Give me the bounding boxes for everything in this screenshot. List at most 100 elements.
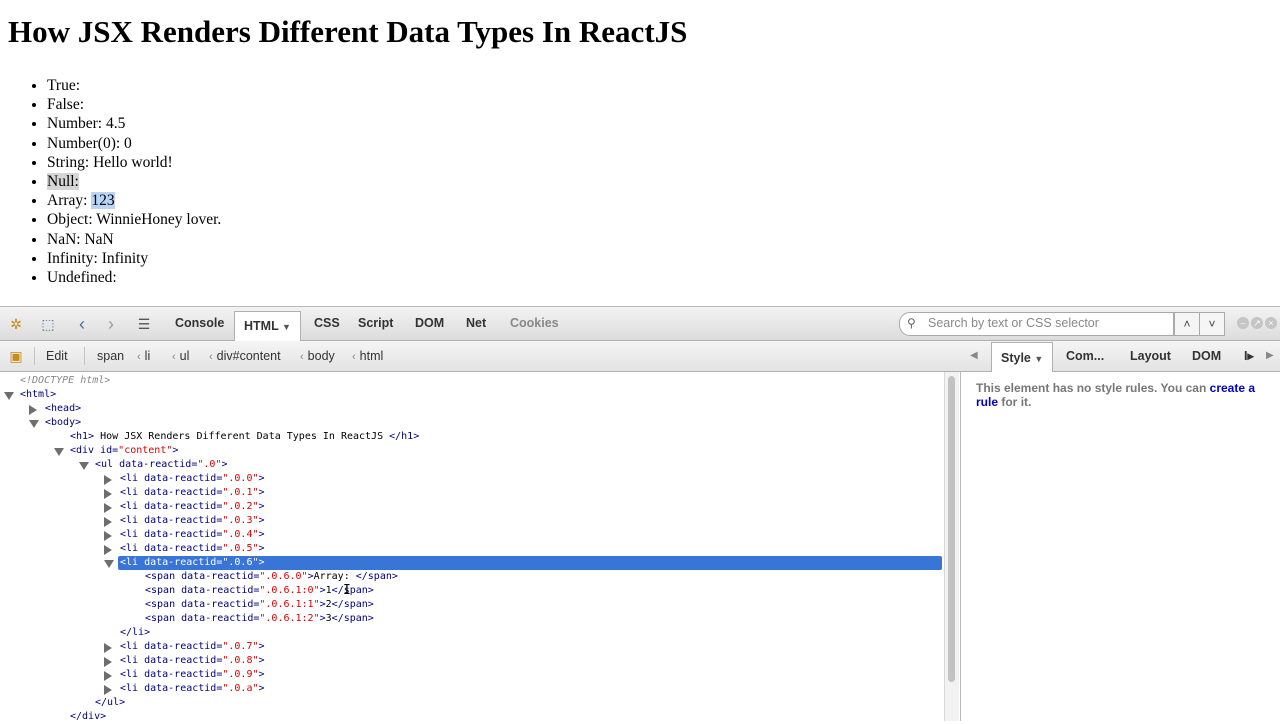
expand-toggle-icon[interactable] bbox=[104, 517, 112, 527]
close-icon[interactable]: × bbox=[1265, 317, 1277, 329]
expand-toggle-icon[interactable] bbox=[79, 462, 89, 470]
tree-node-li[interactable]: <li data-reactid=".0.2"> bbox=[104, 500, 265, 514]
tab-script[interactable]: Script bbox=[358, 307, 393, 340]
expand-toggle-icon[interactable] bbox=[104, 671, 112, 681]
expand-toggle-icon[interactable] bbox=[29, 420, 39, 428]
expand-toggle-icon[interactable] bbox=[4, 392, 14, 400]
tree-node-li[interactable]: <li data-reactid=".0.7"> bbox=[104, 640, 265, 654]
command-line-icon[interactable]: ☰ bbox=[136, 316, 152, 332]
null-label-highlighted: Null: bbox=[47, 173, 79, 191]
list-item: False: bbox=[47, 95, 221, 114]
html-tree: <!DOCTYPE html> <html> <head> <body> <h1… bbox=[0, 372, 942, 722]
breadcrumb-body[interactable]: ‹ body bbox=[300, 341, 335, 371]
tree-node-li[interactable]: <li data-reactid=".0.a"> bbox=[104, 682, 265, 696]
tree-node-li[interactable]: <li data-reactid=".0.4"> bbox=[104, 528, 265, 542]
breadcrumb-div-content[interactable]: ‹ div#content bbox=[209, 341, 281, 371]
pin-icon[interactable]: ▣ bbox=[8, 348, 24, 364]
expand-toggle-icon[interactable] bbox=[104, 657, 112, 667]
chevron-down-icon: ▼ bbox=[1034, 354, 1044, 364]
search-icon: ⚲ bbox=[907, 316, 916, 330]
tree-node-li[interactable]: <li data-reactid=".0.5"> bbox=[104, 542, 265, 556]
list-item: Number(0): 0 bbox=[47, 134, 221, 153]
expand-toggle-icon[interactable] bbox=[104, 503, 112, 513]
data-type-list: True: False: Number: 4.5 Number(0): 0 St… bbox=[0, 76, 221, 287]
tree-node-li[interactable]: <li data-reactid=".0.8"> bbox=[104, 654, 265, 668]
chevron-left-icon: ‹ bbox=[352, 351, 356, 363]
tab-console[interactable]: Console bbox=[175, 307, 224, 340]
chevron-left-icon: ‹ bbox=[137, 351, 141, 363]
tree-node-div-close: </div> bbox=[70, 711, 107, 722]
tabs-scroll-left-icon[interactable]: ◀ bbox=[970, 341, 978, 371]
tab-dom[interactable]: DOM bbox=[415, 307, 444, 340]
expand-toggle-icon[interactable] bbox=[54, 448, 64, 456]
tree-node-span[interactable]: <span data-reactid=".0.6.1:1">2</span> bbox=[145, 598, 374, 612]
search-field[interactable]: ⚲ Search by text or CSS selector bbox=[899, 312, 1174, 336]
inspect-icon[interactable]: ⬚ bbox=[40, 316, 56, 332]
list-item: Number: 4.5 bbox=[47, 114, 221, 133]
breadcrumb-toolbar: ▣ Edit span ‹ li ‹ ul ‹ div#content ‹ body ‹… bbox=[0, 341, 1280, 373]
tree-node-li-selected[interactable]: <li data-reactid=".0.6"> bbox=[104, 556, 942, 570]
tree-node-span[interactable]: <span data-reactid=".0.6.0">Array: </spa… bbox=[145, 570, 398, 584]
divider bbox=[84, 347, 85, 365]
tree-node-li-close: </li> bbox=[120, 627, 151, 638]
tree-node-body[interactable]: <body> bbox=[29, 416, 81, 430]
breadcrumb-span[interactable]: span bbox=[97, 341, 124, 371]
minimize-icon[interactable]: – bbox=[1237, 317, 1249, 329]
expand-toggle-icon[interactable] bbox=[104, 531, 112, 541]
text-cursor-icon: I bbox=[343, 583, 351, 598]
scrollbar-thumb[interactable] bbox=[948, 376, 955, 682]
tree-node-doctype[interactable]: <!DOCTYPE html> bbox=[20, 374, 110, 388]
tree-node-span[interactable]: <span data-reactid=".0.6.1:2">3</span> bbox=[145, 612, 374, 626]
search-prev-button[interactable]: ˄ bbox=[1174, 312, 1200, 336]
tree-node-li[interactable]: <li data-reactid=".0.0"> bbox=[104, 472, 265, 486]
more-tabs-icon[interactable]: I▸ bbox=[1244, 341, 1254, 371]
list-item: True: bbox=[47, 76, 221, 95]
search-next-button[interactable]: ˅ bbox=[1199, 312, 1225, 336]
breadcrumb-li[interactable]: ‹ li bbox=[137, 341, 150, 371]
tree-node-h1[interactable]: <h1> How JSX Renders Different Data Type… bbox=[70, 430, 419, 444]
tree-node-li[interactable]: <li data-reactid=".0.1"> bbox=[104, 486, 265, 500]
tab-css[interactable]: CSS bbox=[314, 307, 340, 340]
list-item: String: Hello world! bbox=[47, 153, 221, 172]
list-item: Undefined: bbox=[47, 268, 221, 287]
tab-cookies[interactable]: Cookies bbox=[510, 307, 559, 340]
tabs-scroll-right-icon[interactable]: ▶ bbox=[1266, 341, 1274, 371]
list-item: Object: WinnieHoney lover. bbox=[47, 210, 221, 229]
firebug-icon[interactable]: ✲ bbox=[8, 316, 24, 332]
tree-node-li[interactable]: <li data-reactid=".0.9"> bbox=[104, 668, 265, 682]
tree-node-html[interactable]: <html> bbox=[4, 388, 56, 402]
expand-toggle-icon[interactable] bbox=[29, 405, 37, 415]
expand-toggle-icon[interactable] bbox=[104, 560, 114, 568]
forward-icon[interactable]: › bbox=[103, 315, 119, 333]
tree-node-div-content[interactable]: <div id="content"> bbox=[54, 444, 178, 458]
tab-side-dom[interactable]: DOM bbox=[1192, 341, 1221, 371]
list-item: NaN: NaN bbox=[47, 230, 221, 249]
tab-net[interactable]: Net bbox=[466, 307, 486, 340]
firebug-panel: ✲ ⬚ ‹ › ☰ Console HTML ▼ CSS Script DOM … bbox=[0, 306, 1280, 722]
chevron-left-icon: ‹ bbox=[209, 351, 213, 363]
expand-toggle-icon[interactable] bbox=[104, 489, 112, 499]
expand-toggle-icon[interactable] bbox=[104, 545, 112, 555]
style-side-panel: This element has no style rules. You can… bbox=[960, 372, 1280, 721]
expand-toggle-icon[interactable] bbox=[104, 643, 112, 653]
tree-node-li[interactable]: <li data-reactid=".0.3"> bbox=[104, 514, 265, 528]
list-item: Infinity: Infinity bbox=[47, 249, 221, 268]
back-icon[interactable]: ‹ bbox=[74, 315, 90, 333]
tree-scrollbar[interactable] bbox=[944, 372, 959, 721]
breadcrumb-html[interactable]: ‹ html bbox=[352, 341, 383, 371]
tab-layout[interactable]: Layout bbox=[1130, 341, 1171, 371]
tree-node-span[interactable]: <span data-reactid=".0.6.1:0">1</span> bbox=[145, 584, 374, 598]
expand-toggle-icon[interactable] bbox=[104, 475, 112, 485]
tab-computed[interactable]: Com... bbox=[1066, 341, 1104, 371]
tree-node-ul[interactable]: <ul data-reactid=".0"> bbox=[79, 458, 227, 472]
expand-toggle-icon[interactable] bbox=[104, 685, 112, 695]
tab-html[interactable]: HTML ▼ bbox=[234, 311, 301, 342]
tree-node-head[interactable]: <head> bbox=[29, 402, 81, 416]
breadcrumb-ul[interactable]: ‹ ul bbox=[172, 341, 189, 371]
page-title: How JSX Renders Different Data Types In … bbox=[8, 14, 688, 49]
tab-style[interactable]: Style ▼ bbox=[991, 342, 1054, 373]
tree-node-ul-close: </ul> bbox=[95, 697, 126, 708]
edit-button[interactable]: Edit bbox=[46, 341, 68, 371]
no-style-rules-message: This element has no style rules. You can… bbox=[976, 381, 1256, 409]
detach-icon[interactable]: ↗ bbox=[1251, 317, 1263, 329]
